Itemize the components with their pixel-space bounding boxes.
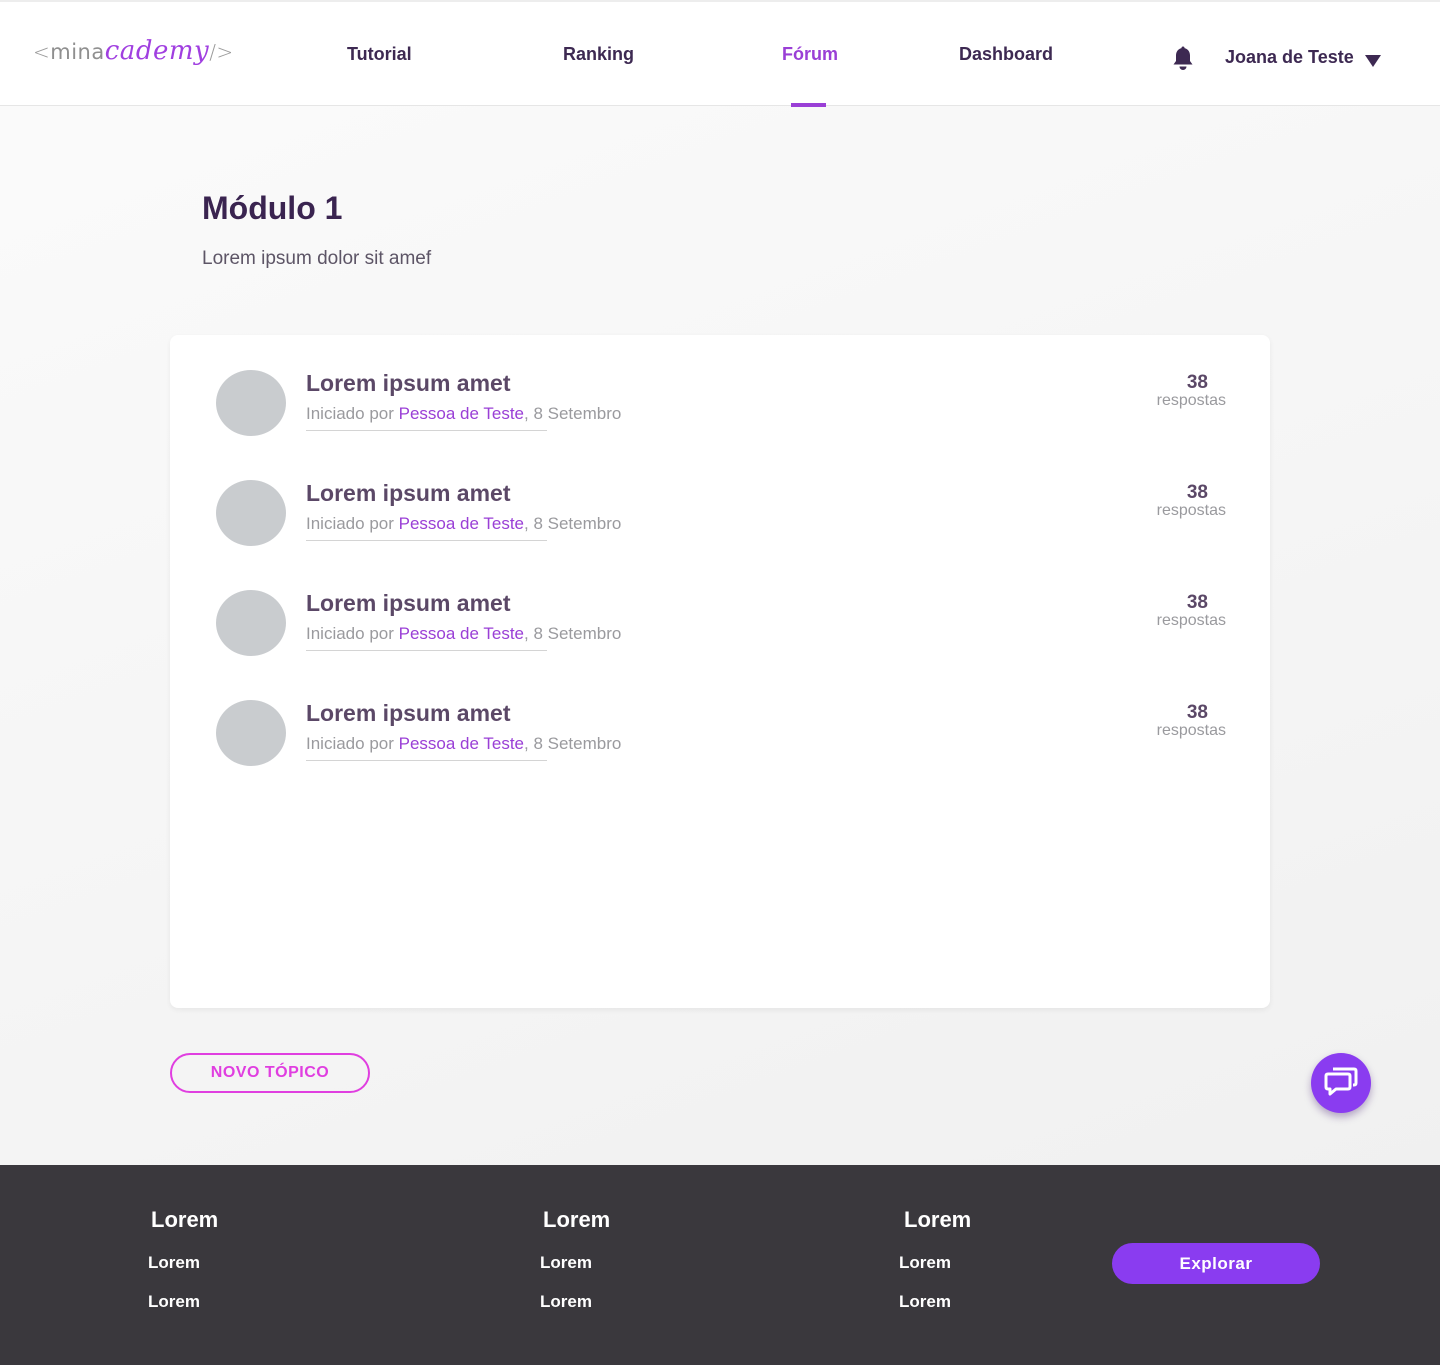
topic-meta-prefix: Iniciado por bbox=[306, 734, 399, 753]
avatar bbox=[216, 700, 286, 766]
topic-divider bbox=[306, 650, 547, 651]
reply-count-number: 38 bbox=[1186, 592, 1208, 613]
new-topic-button[interactable]: NOVO TÓPICO bbox=[170, 1053, 370, 1093]
bell-icon[interactable] bbox=[1171, 46, 1195, 72]
topic-divider bbox=[306, 760, 547, 761]
chat-button[interactable] bbox=[1311, 1053, 1371, 1113]
footer-link[interactable]: Lorem bbox=[899, 1292, 951, 1312]
topic-meta-prefix: Iniciado por bbox=[306, 514, 399, 533]
topic-meta: Iniciado por Pessoa de Teste, 8 Setembro bbox=[306, 624, 621, 644]
nav-dashboard[interactable]: Dashboard bbox=[959, 44, 1053, 65]
reply-count: 38 respostas bbox=[1106, 592, 1226, 630]
topic-date: , 8 Setembro bbox=[524, 404, 622, 423]
topic-meta: Iniciado por Pessoa de Teste, 8 Setembro bbox=[306, 514, 621, 534]
topic-date: , 8 Setembro bbox=[524, 624, 622, 643]
topic-title[interactable]: Lorem ipsum amet bbox=[306, 480, 511, 507]
nav-tutorial[interactable]: Tutorial bbox=[347, 44, 412, 65]
topic-divider bbox=[306, 540, 547, 541]
active-nav-indicator bbox=[791, 103, 826, 107]
reply-count-label: respostas bbox=[1156, 722, 1226, 739]
footer-heading: Lorem bbox=[543, 1207, 611, 1232]
topics-card: Lorem ipsum amet Iniciado por Pessoa de … bbox=[170, 335, 1270, 1008]
topic-row[interactable]: Lorem ipsum amet Iniciado por Pessoa de … bbox=[216, 370, 1226, 440]
reply-count-label: respostas bbox=[1156, 392, 1226, 409]
reply-count-label: respostas bbox=[1156, 612, 1226, 629]
chat-icon bbox=[1324, 1066, 1358, 1100]
topic-meta-prefix: Iniciado por bbox=[306, 624, 399, 643]
topic-row[interactable]: Lorem ipsum amet Iniciado por Pessoa de … bbox=[216, 700, 1226, 770]
topic-author[interactable]: Pessoa de Teste bbox=[399, 624, 524, 643]
logo-open: < bbox=[33, 40, 51, 64]
topic-author[interactable]: Pessoa de Teste bbox=[399, 514, 524, 533]
topic-divider bbox=[306, 430, 547, 431]
footer-heading: Lorem bbox=[904, 1207, 972, 1232]
topic-meta-prefix: Iniciado por bbox=[306, 404, 399, 423]
topic-title[interactable]: Lorem ipsum amet bbox=[306, 700, 511, 727]
nav-ranking[interactable]: Ranking bbox=[563, 44, 634, 65]
topic-title[interactable]: Lorem ipsum amet bbox=[306, 370, 511, 397]
footer-link[interactable]: Lorem bbox=[540, 1292, 592, 1312]
reply-count-number: 38 bbox=[1186, 372, 1208, 393]
footer-link[interactable]: Lorem bbox=[899, 1253, 951, 1273]
topic-meta: Iniciado por Pessoa de Teste, 8 Setembro bbox=[306, 734, 621, 754]
avatar bbox=[216, 590, 286, 656]
reply-count: 38 respostas bbox=[1106, 372, 1226, 410]
topic-date: , 8 Setembro bbox=[524, 734, 622, 753]
footer: Lorem Lorem Lorem Lorem Lorem Lorem Lore… bbox=[0, 1165, 1440, 1365]
page-title: Módulo 1 bbox=[202, 190, 343, 226]
user-name[interactable]: Joana de Teste bbox=[1225, 47, 1354, 68]
reply-count-label: respostas bbox=[1156, 502, 1226, 519]
topic-author[interactable]: Pessoa de Teste bbox=[399, 734, 524, 753]
reply-count: 38 respostas bbox=[1106, 702, 1226, 740]
explore-button[interactable]: Explorar bbox=[1112, 1243, 1320, 1284]
logo-close: /> bbox=[209, 40, 234, 64]
page-subtitle: Lorem ipsum dolor sit amef bbox=[202, 248, 432, 269]
footer-heading: Lorem bbox=[151, 1207, 219, 1232]
avatar bbox=[216, 480, 286, 546]
reply-count-number: 38 bbox=[1186, 702, 1208, 723]
topic-meta: Iniciado por Pessoa de Teste, 8 Setembro bbox=[306, 404, 621, 424]
reply-count-number: 38 bbox=[1186, 482, 1208, 503]
topic-row[interactable]: Lorem ipsum amet Iniciado por Pessoa de … bbox=[216, 590, 1226, 660]
topic-title[interactable]: Lorem ipsum amet bbox=[306, 590, 511, 617]
avatar bbox=[216, 370, 286, 436]
top-navbar: <minacademy/> Tutorial Ranking Fórum Das… bbox=[0, 0, 1440, 107]
reply-count: 38 respostas bbox=[1106, 482, 1226, 520]
footer-link[interactable]: Lorem bbox=[540, 1253, 592, 1273]
logo-cademy: cademy bbox=[104, 36, 210, 66]
caret-down-icon[interactable] bbox=[1364, 53, 1382, 67]
topic-row[interactable]: Lorem ipsum amet Iniciado por Pessoa de … bbox=[216, 480, 1226, 550]
footer-link[interactable]: Lorem bbox=[148, 1253, 200, 1273]
logo[interactable]: <minacademy/> bbox=[33, 36, 234, 66]
footer-link[interactable]: Lorem bbox=[148, 1292, 200, 1312]
nav-forum[interactable]: Fórum bbox=[782, 44, 838, 65]
logo-mina: mina bbox=[50, 40, 105, 64]
topic-date: , 8 Setembro bbox=[524, 514, 622, 533]
topic-author[interactable]: Pessoa de Teste bbox=[399, 404, 524, 423]
